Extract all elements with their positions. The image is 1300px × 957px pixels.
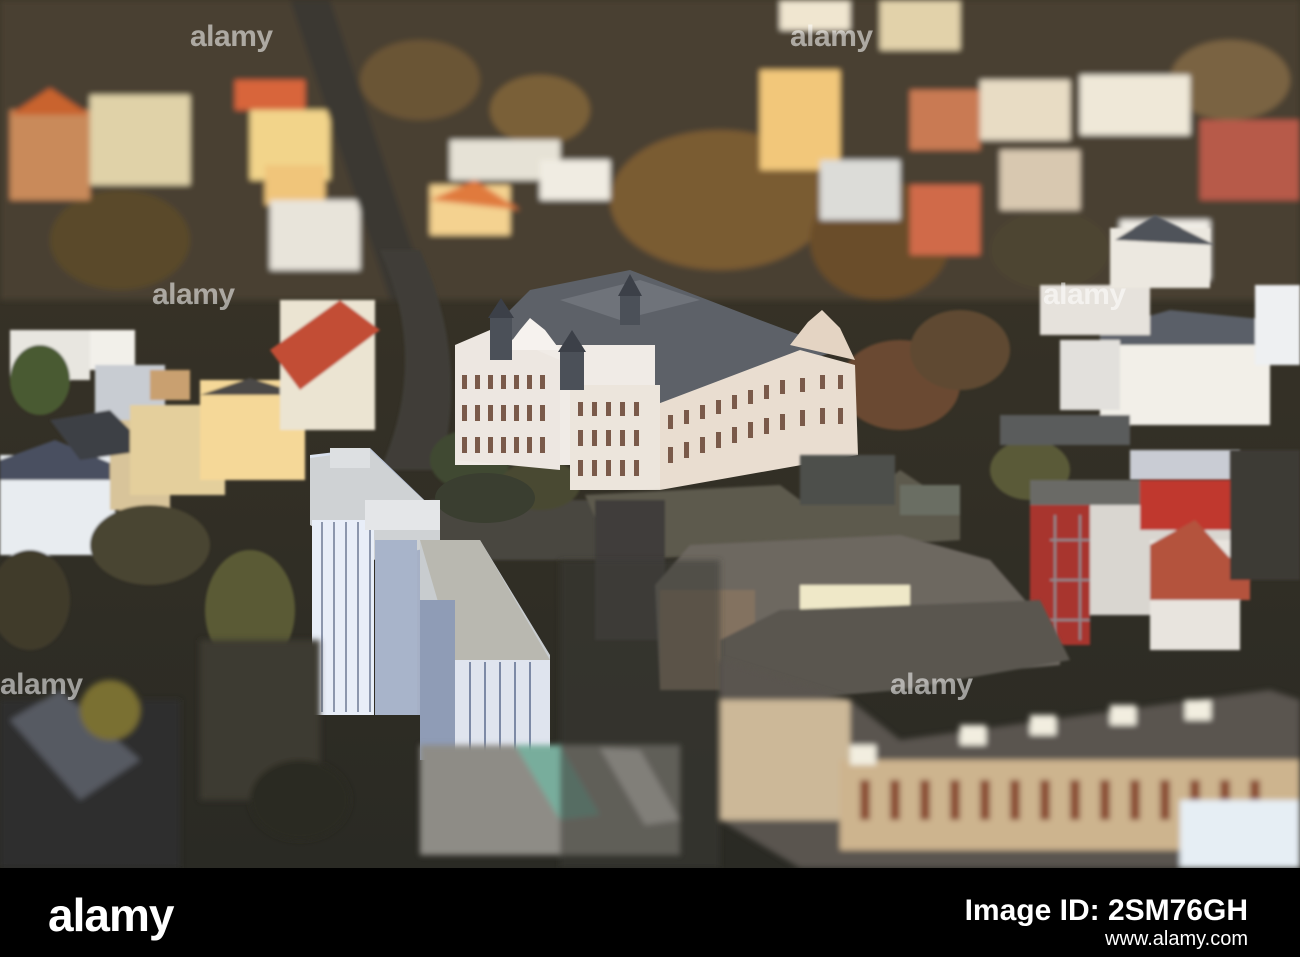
photo-scene <box>0 0 1300 868</box>
site-url[interactable]: www.alamy.com <box>1105 928 1248 951</box>
brand-logo[interactable]: alamy <box>48 888 174 942</box>
aerial-city-photo: alamy alamy alamy alamy alamy alamy <box>0 0 1300 868</box>
image-id-label: Image ID: 2SM76GH <box>964 894 1248 927</box>
stock-footer-bar: alamy Image ID: 2SM76GH www.alamy.com <box>0 868 1300 957</box>
